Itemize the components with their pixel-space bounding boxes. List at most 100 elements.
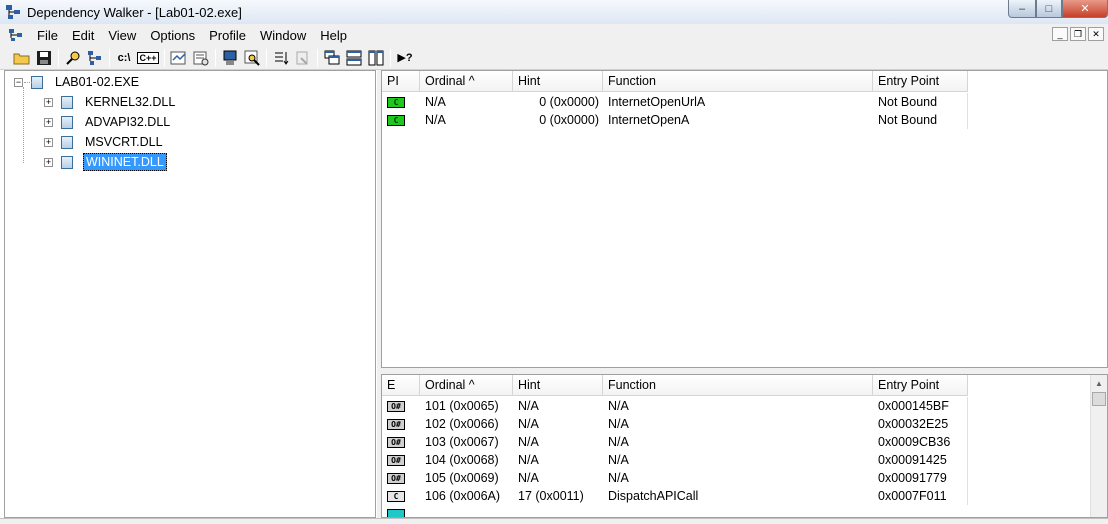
menu-edit[interactable]: Edit [65,28,101,43]
document-menu-icon[interactable] [8,28,24,42]
menu-help[interactable]: Help [313,28,354,43]
function-cell: N/A [608,435,629,449]
tree-item-msvcrt[interactable]: + MSVCRT.DLL [44,132,165,152]
system-info-button[interactable] [219,47,241,69]
c-function-icon [387,508,405,517]
tile-horizontal-icon [346,50,362,65]
imports-header: PI Ordinal ^ Hint Function Entry Point [382,71,1107,92]
tile-vertical-button[interactable] [365,47,387,69]
table-row[interactable]: O# 104 (0x0068) N/A N/A 0x00091425 [382,451,1107,469]
ordinal-cell: 101 (0x0065) [425,399,499,413]
view-module-icon [244,50,260,66]
cascade-button[interactable] [321,47,343,69]
column-header-pi[interactable]: PI [382,71,420,92]
function-cell: N/A [608,417,629,431]
exports-header: E Ordinal ^ Hint Function Entry Point [382,375,1107,396]
configure-icon [296,51,308,65]
table-row[interactable]: C 106 (0x006A) 17 (0x0011) DispatchAPICa… [382,487,1107,505]
module-tree[interactable]: − LAB01-02.EXE + KERNEL32.DLL + ADVAPI32… [4,70,376,518]
save-button[interactable] [33,47,55,69]
hint-cell: N/A [518,435,539,449]
c-function-icon: C [387,490,405,502]
exports-scrollbar[interactable]: ▲ [1090,375,1107,517]
column-header-ordinal[interactable]: Ordinal ^ [420,71,513,92]
tree-connector [24,82,32,83]
window-controls: – □ ✕ [1008,0,1108,18]
e-cell: O# [382,415,420,433]
hint-cell: 17 (0x0011) [518,489,584,503]
entry-point-cell: 0x00032E25 [873,415,968,433]
expand-toggle[interactable]: + [44,157,53,167]
mdi-restore-button[interactable]: ❐ [1070,27,1086,41]
column-header-entry-point[interactable]: Entry Point [873,71,968,92]
table-row[interactable]: O# 103 (0x0067) N/A N/A 0x0009CB36 [382,433,1107,451]
open-icon [13,53,30,64]
mdi-minimize-button[interactable]: _ [1052,27,1068,41]
ordinal-cell: 105 (0x0069) [425,471,499,485]
menu-profile[interactable]: Profile [202,28,253,43]
column-header-function[interactable]: Function [603,71,873,92]
view-module-button[interactable] [241,47,263,69]
tile-horizontal-button[interactable] [343,47,365,69]
e-cell: O# [382,397,420,415]
module-icon [31,75,43,89]
ordinal-cell: N/A [425,113,446,127]
expand-toggle[interactable]: + [44,97,53,107]
module-icon [61,95,73,109]
system-info-icon [223,50,237,65]
menu-options[interactable]: Options [143,28,202,43]
entry-point-cell: Not Bound [873,111,968,129]
column-header-hint[interactable]: Hint [513,375,603,396]
hint-cell: N/A [518,453,539,467]
tree-item-advapi32[interactable]: + ADVAPI32.DLL [44,112,172,132]
scroll-thumb[interactable] [1092,392,1106,406]
table-row[interactable]: O# 101 (0x0065) N/A N/A 0x000145BF [382,397,1107,415]
copy-path-button[interactable] [84,47,106,69]
toolbar-separator [109,48,110,67]
expand-toggle[interactable]: + [44,117,53,127]
table-row[interactable]: C N/A 0 (0x0000) InternetOpenA Not Bound [382,111,1107,129]
undecorate-cpp-button[interactable]: C++ [135,47,161,69]
column-header-e[interactable]: E [382,375,420,396]
context-help-button[interactable]: ▶? [394,47,416,69]
table-row-partial[interactable] [382,505,1107,517]
table-row[interactable]: O# 105 (0x0069) N/A N/A 0x00091779 [382,469,1107,487]
auto-expand-button[interactable] [168,47,190,69]
collapse-toggle[interactable]: − [14,77,23,87]
full-paths-button[interactable]: c:\ [113,47,135,69]
table-row[interactable]: O# 102 (0x0066) N/A N/A 0x00032E25 [382,415,1107,433]
find-button[interactable] [62,47,84,69]
maximize-button[interactable]: □ [1036,0,1062,18]
imports-pane: PI Ordinal ^ Hint Function Entry Point C… [381,70,1108,368]
column-header-function[interactable]: Function [603,375,873,396]
menu-window[interactable]: Window [253,28,313,43]
expand-toggle[interactable]: + [44,137,53,147]
hint-cell: 0 (0x0000) [539,113,599,127]
menu-view[interactable]: View [101,28,143,43]
minimize-button[interactable]: – [1008,0,1036,18]
find-icon [66,51,80,65]
properties-icon [193,51,209,65]
tree-item-kernel32[interactable]: + KERNEL32.DLL [44,92,177,112]
ordinal-export-icon: O# [387,418,405,430]
properties-button[interactable] [190,47,212,69]
sort-button[interactable] [270,47,292,69]
column-header-hint[interactable]: Hint [513,71,603,92]
tree-item-wininet[interactable]: + WININET.DLL [44,152,167,172]
table-row[interactable]: C N/A 0 (0x0000) InternetOpenUrlA Not Bo… [382,93,1107,111]
menu-file[interactable]: File [30,28,65,43]
close-button[interactable]: ✕ [1062,0,1108,18]
ordinal-export-icon: O# [387,472,405,484]
column-header-entry-point[interactable]: Entry Point [873,375,968,396]
scroll-up-icon[interactable]: ▲ [1091,375,1107,391]
module-icon [61,155,73,169]
tree-item-root[interactable]: − LAB01-02.EXE [14,72,141,92]
configure-button[interactable] [292,47,314,69]
column-header-ordinal[interactable]: Ordinal ^ [420,375,513,396]
mdi-close-button[interactable]: ✕ [1088,27,1104,41]
entry-point-cell: 0x0009CB36 [873,433,968,451]
function-cell: DispatchAPICall [608,489,699,503]
toolbar-separator [390,48,391,67]
toolbar-separator [58,48,59,67]
open-button[interactable] [11,47,33,69]
